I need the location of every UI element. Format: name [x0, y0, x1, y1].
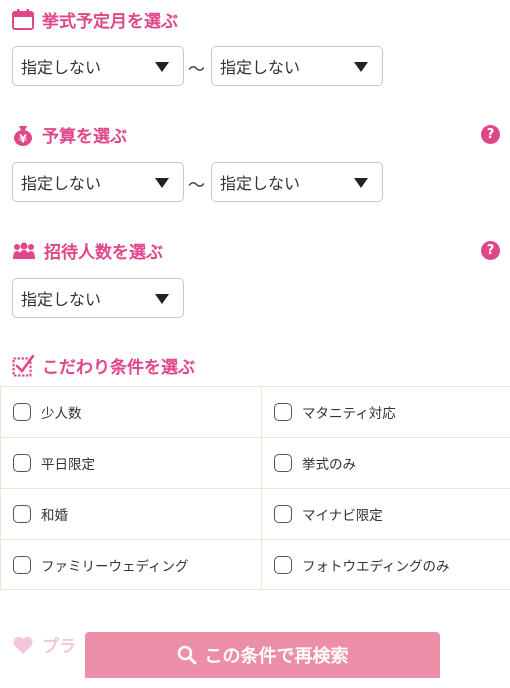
preferences-row: 少人数 マタニティ対応	[0, 386, 510, 437]
guests-header: 招待人数を選ぶ	[12, 238, 163, 263]
wedding-month-title: 挙式予定月を選ぶ	[42, 12, 178, 32]
preference-label: マタニティ対応	[302, 406, 396, 422]
wedding-month-header: 挙式予定月を選ぶ	[12, 7, 178, 32]
wedding-month-to-select[interactable]: 指定しない	[211, 46, 383, 86]
preference-label: 少人数	[41, 406, 82, 422]
budget-to-value: 指定しない	[220, 174, 301, 193]
plan-section-header: プラ	[12, 632, 76, 657]
preference-option[interactable]: 和婚	[0, 489, 262, 539]
budget-header: ¥ 予算を選ぶ	[12, 122, 127, 147]
preferences-title: こだわり条件を選ぶ	[42, 358, 195, 378]
range-separator: 〜	[188, 176, 205, 196]
guests-help-icon[interactable]: ?	[481, 241, 500, 260]
dropdown-arrow-icon	[155, 62, 169, 72]
preference-option[interactable]: フォトウエディングのみ	[262, 540, 510, 590]
checkbox[interactable]	[274, 403, 292, 421]
budget-title: 予算を選ぶ	[42, 127, 127, 147]
heart-icon	[13, 636, 33, 654]
preferences-row: 平日限定 挙式のみ	[0, 437, 510, 488]
budget-from-value: 指定しない	[21, 174, 102, 193]
checkbox[interactable]	[274, 505, 292, 523]
checkbox[interactable]	[274, 454, 292, 472]
preferences-row: ファミリーウェディング フォトウエディングのみ	[0, 539, 510, 590]
checkbox[interactable]	[13, 556, 31, 574]
budget-to-select[interactable]: 指定しない	[211, 162, 383, 202]
preference-label: マイナビ限定	[302, 508, 383, 524]
dropdown-arrow-icon	[155, 294, 169, 304]
checkbox[interactable]	[13, 403, 31, 421]
preference-label: フォトウエディングのみ	[302, 559, 450, 575]
checkbox[interactable]	[13, 454, 31, 472]
preferences-row: 和婚 マイナビ限定	[0, 488, 510, 539]
calendar-icon	[12, 9, 34, 30]
preference-option[interactable]: 平日限定	[0, 438, 262, 488]
yen-sign: ¥	[19, 132, 27, 145]
range-separator: 〜	[188, 60, 205, 80]
money-bag-icon: ¥	[14, 125, 32, 146]
preference-label: ファミリーウェディング	[41, 559, 189, 575]
checkbox[interactable]	[13, 505, 31, 523]
dropdown-arrow-icon	[354, 62, 368, 72]
checkbox[interactable]	[274, 556, 292, 574]
preference-option[interactable]: 少人数	[0, 387, 262, 437]
people-icon	[13, 242, 35, 259]
guests-select[interactable]: 指定しない	[12, 278, 184, 318]
guests-value: 指定しない	[21, 290, 102, 309]
dropdown-arrow-icon	[155, 178, 169, 188]
preference-option[interactable]: マイナビ限定	[262, 489, 510, 539]
research-button[interactable]: この条件で再検索	[85, 632, 440, 678]
preference-option[interactable]: ファミリーウェディング	[0, 540, 262, 590]
budget-from-select[interactable]: 指定しない	[12, 162, 184, 202]
wedding-month-from-value: 指定しない	[21, 58, 102, 77]
plan-section-title: プラ	[42, 637, 76, 657]
preference-label: 挙式のみ	[302, 457, 356, 473]
checkbox-icon	[12, 354, 34, 376]
wedding-month-from-select[interactable]: 指定しない	[12, 46, 184, 86]
dropdown-arrow-icon	[354, 178, 368, 188]
preferences-grid: 少人数 マタニティ対応 平日限定 挙式のみ 和婚 マイナビ限定 ファミリーウェデ…	[0, 386, 510, 590]
wedding-month-to-value: 指定しない	[220, 58, 301, 77]
preference-option[interactable]: 挙式のみ	[262, 438, 510, 488]
preference-label: 和婚	[41, 508, 68, 524]
guests-title: 招待人数を選ぶ	[44, 243, 163, 263]
search-icon	[177, 645, 196, 665]
budget-help-icon[interactable]: ?	[481, 125, 500, 144]
preferences-header: こだわり条件を選ぶ	[12, 353, 195, 378]
preference-option[interactable]: マタニティ対応	[262, 387, 510, 437]
preference-label: 平日限定	[41, 457, 95, 473]
research-button-label: この条件で再検索	[204, 646, 349, 667]
